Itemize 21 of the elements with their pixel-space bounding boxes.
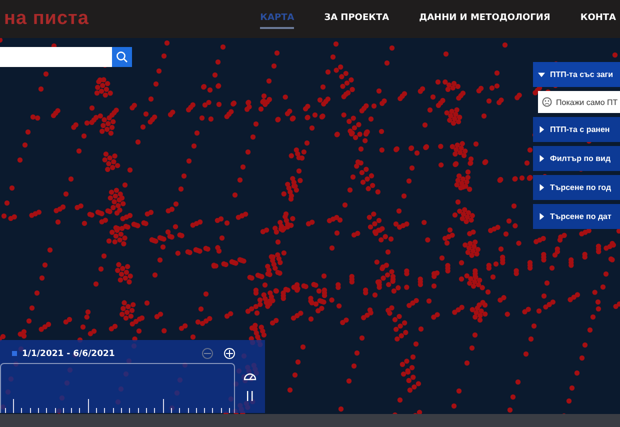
search-field[interactable] [0,47,112,67]
filter-section-header[interactable]: ПТП-та със заги [533,62,620,87]
sad-face-icon [542,97,552,107]
filter-section-header[interactable]: Търсене по дат [533,204,620,229]
filter-option[interactable]: Покажи само ПТ [538,91,620,113]
nav-link[interactable]: КОНТА [580,9,616,29]
plus-icon [225,349,234,358]
search-button[interactable] [112,47,132,67]
zoom-in-button[interactable] [224,348,235,359]
timeline-track[interactable] [0,363,235,413]
nav-link[interactable]: ДАННИ И МЕТОДОЛОГИЯ [419,9,550,29]
pause-icon[interactable] [245,390,255,402]
option-label: Покажи само ПТ [556,98,618,106]
filter-section-header[interactable]: ПТП-та с ранен [533,117,620,142]
filter-section-header[interactable]: Търсене по год [533,175,620,200]
date-range: 1/1/2021 - 6/6/2021 [22,348,115,358]
search-icon [116,51,128,63]
filter-section-header[interactable]: Филтър по вид [533,146,620,171]
legend-square-icon [12,351,17,356]
zoom-out-button[interactable] [202,348,213,359]
nav-link[interactable]: ЗА ПРОЕКТА [324,9,390,29]
